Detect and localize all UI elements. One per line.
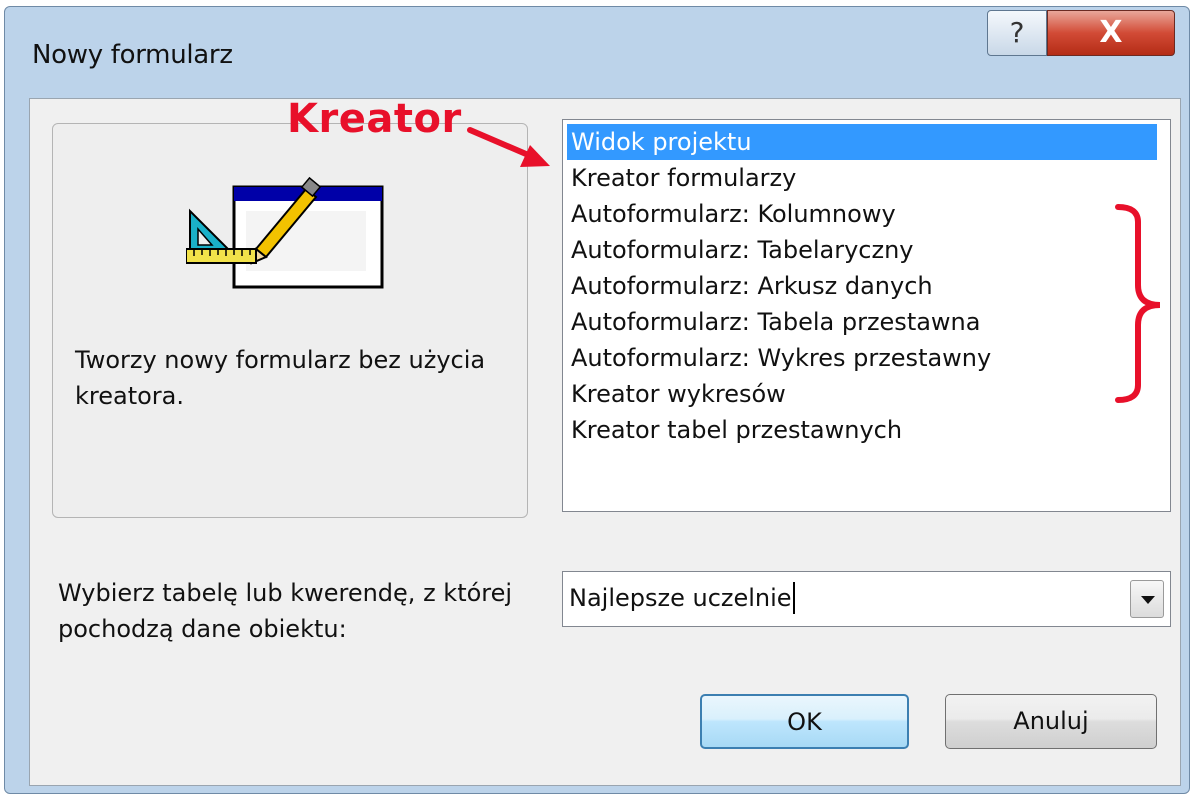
annotation-overlay [467,127,1161,403]
arrow-icon [467,127,550,167]
bracket-icon [1115,204,1161,403]
